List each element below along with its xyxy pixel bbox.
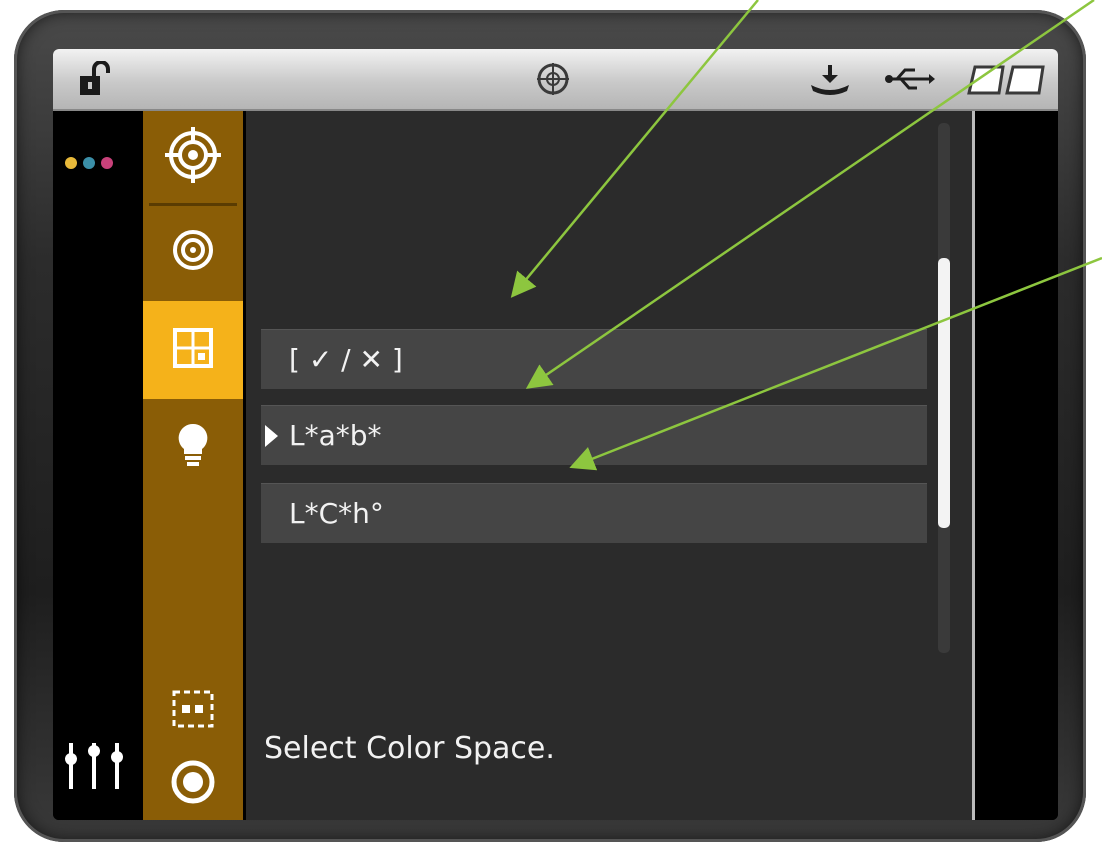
left-indicator-strip	[53, 111, 143, 820]
sidebar-item-reference[interactable]	[143, 206, 243, 298]
unlocked-padlock-icon[interactable]	[75, 59, 119, 99]
selection-arrow-icon	[265, 425, 278, 447]
sidebar-item-settings-active[interactable]	[143, 301, 243, 399]
dual-card-icon	[965, 59, 1049, 99]
concentric-circles-icon	[171, 228, 215, 276]
sidebar-item-compare[interactable]	[143, 681, 243, 741]
lightbulb-icon	[175, 421, 211, 471]
main-panel: [ ✓ / ✕ ] L*a*b* L*C*h° Select Color Spa…	[246, 111, 972, 820]
indicator-dot-teal	[83, 157, 95, 169]
indicator-dot-pink	[101, 157, 113, 169]
right-panel	[972, 111, 1058, 820]
sidebar-item-measure[interactable]	[143, 111, 243, 203]
sidebar-item-power[interactable]	[143, 751, 243, 817]
menu-item-label: [ ✓ / ✕ ]	[289, 343, 403, 376]
status-message: Select Color Space.	[264, 731, 555, 766]
function-sidebar	[143, 111, 243, 820]
scrollbar-track[interactable]	[938, 123, 950, 653]
mixer-sliders-icon[interactable]	[61, 739, 127, 795]
menu-item-lch[interactable]: L*C*h°	[261, 483, 927, 543]
target-crosshair-icon	[531, 59, 575, 99]
usb-icon	[883, 59, 935, 99]
download-tray-icon	[805, 59, 855, 99]
top-status-bar	[53, 49, 1058, 111]
indicator-dot-yellow	[65, 157, 77, 169]
menu-item-label: L*C*h°	[289, 497, 384, 530]
device-screen: [ ✓ / ✕ ] L*a*b* L*C*h° Select Color Spa…	[53, 49, 1058, 820]
menu-item-label: L*a*b*	[289, 419, 382, 452]
menu-item-lab[interactable]: L*a*b*	[261, 405, 927, 465]
sidebar-item-illuminant[interactable]	[143, 401, 243, 491]
target-measure-icon	[163, 125, 223, 189]
ring-icon	[169, 758, 217, 810]
scrollbar-thumb[interactable]	[938, 258, 950, 528]
grid-settings-icon	[171, 326, 215, 374]
dashed-box-icon	[171, 689, 215, 733]
menu-item-pass-fail[interactable]: [ ✓ / ✕ ]	[261, 329, 927, 389]
